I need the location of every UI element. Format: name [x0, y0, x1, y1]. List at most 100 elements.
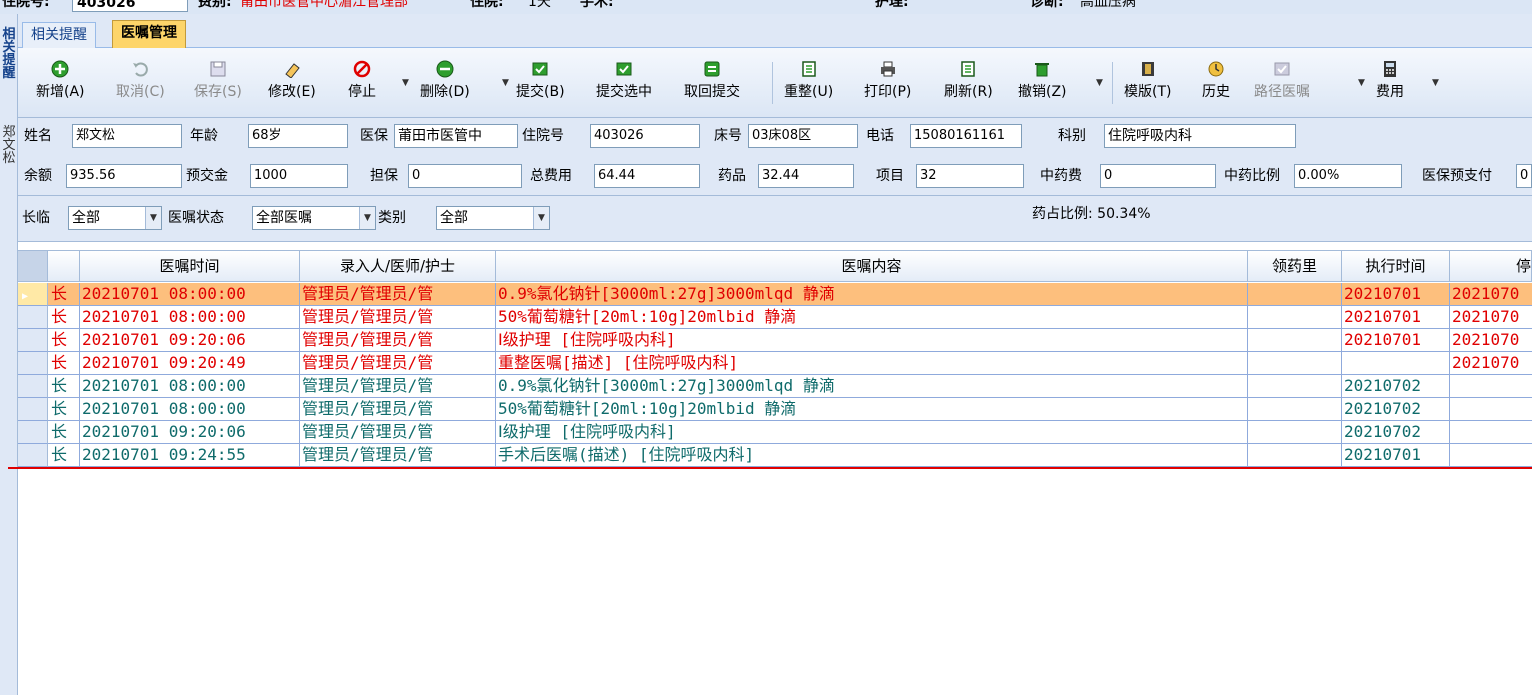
- tab-orders[interactable]: 医嘱管理: [112, 20, 186, 48]
- cell-type: 长: [48, 375, 80, 398]
- cell-stop-time: [1450, 375, 1532, 398]
- print-button[interactable]: 打印(P): [864, 60, 911, 100]
- cell-entry-staff: 管理员/管理员/管: [300, 352, 496, 375]
- header-order-content[interactable]: 医嘱内容: [496, 251, 1248, 281]
- history-button[interactable]: 历史: [1202, 60, 1230, 100]
- cell-dispense-qty: [1248, 352, 1342, 375]
- age-field[interactable]: 68岁: [248, 124, 348, 148]
- drug-ratio-text: 药占比例: 50.34%: [1032, 206, 1151, 222]
- cancel-button[interactable]: 取消(C): [116, 60, 165, 100]
- cell-exec-time: 20210701: [1342, 283, 1450, 306]
- total-fee-field[interactable]: 64.44: [594, 164, 700, 188]
- edit-button[interactable]: 修改(E): [268, 60, 316, 100]
- chevron-down-icon[interactable]: ▼: [359, 207, 375, 229]
- total-fee-label: 总费用: [530, 168, 572, 184]
- table-row[interactable]: 长 20210701 09:20:49 管理员/管理员/管 重整医嘱[描述] […: [18, 352, 1532, 375]
- reorganize-button[interactable]: 重整(U): [784, 60, 833, 100]
- path-orders-dropdown-arrow[interactable]: ▼: [1358, 78, 1365, 88]
- phone-label: 电话: [866, 128, 894, 144]
- cell-exec-time: 20210702: [1342, 398, 1450, 421]
- insurance-prepay-field[interactable]: 0: [1516, 164, 1532, 188]
- row-indicator[interactable]: [18, 375, 48, 398]
- header-stop-time[interactable]: 停: [1450, 251, 1532, 281]
- cell-entry-staff: 管理员/管理员/管: [300, 306, 496, 329]
- dept-field[interactable]: 住院呼吸内科: [1104, 124, 1296, 148]
- category-filter-select[interactable]: 全部 ▼: [436, 206, 550, 230]
- cell-order-content: 50%葡萄糖针[20ml:10g]20mlbid 静滴: [496, 306, 1248, 329]
- header-order-time[interactable]: 医嘱时间: [80, 251, 300, 281]
- row-indicator[interactable]: [18, 444, 48, 467]
- row-indicator[interactable]: [18, 352, 48, 375]
- inpatient-days-label: 住院:: [470, 0, 504, 10]
- submit-button[interactable]: 提交(B): [516, 60, 565, 100]
- template-button[interactable]: 模版(T): [1124, 60, 1171, 100]
- header-dispense-qty[interactable]: 领药里: [1248, 251, 1342, 281]
- table-row[interactable]: 长 20210701 09:20:06 管理员/管理员/管 Ⅰ级护理 [住院呼吸…: [18, 421, 1532, 444]
- fees-button[interactable]: 费用: [1376, 60, 1404, 100]
- header-entry-staff[interactable]: 录入人/医师/护士: [300, 251, 496, 281]
- drug-field[interactable]: 32.44: [758, 164, 854, 188]
- table-row[interactable]: ▶ 长 20210701 08:00:00 管理员/管理员/管 0.9%氯化钠针…: [18, 283, 1532, 306]
- tcm-fee-field[interactable]: 0: [1100, 164, 1216, 188]
- history-icon: [1207, 60, 1225, 78]
- row-indicator[interactable]: [18, 329, 48, 352]
- inpatient-no-label: 住院号:: [2, 0, 50, 10]
- template-icon: [1139, 60, 1157, 78]
- cell-order-time: 20210701 09:20:06: [80, 329, 300, 352]
- add-button[interactable]: 新增(A): [36, 60, 85, 100]
- row-indicator[interactable]: [18, 306, 48, 329]
- fees-dropdown-arrow[interactable]: ▼: [1432, 78, 1439, 88]
- tcm-ratio-field[interactable]: 0.00%: [1294, 164, 1402, 188]
- item-field[interactable]: 32: [916, 164, 1024, 188]
- term-filter-select[interactable]: 全部 ▼: [68, 206, 162, 230]
- stop-dropdown-arrow[interactable]: ▼: [402, 78, 409, 88]
- status-filter-select[interactable]: 全部医嘱 ▼: [252, 206, 376, 230]
- patient-info-form: 姓名 郑文松 年龄 68岁 医保 莆田市医管中 住院号 403026 床号 03…: [18, 118, 1532, 196]
- delete-button[interactable]: 删除(D): [420, 60, 470, 100]
- undo-icon: [131, 60, 149, 78]
- path-orders-button[interactable]: 路径医嘱: [1254, 60, 1310, 100]
- tcm-fee-label: 中药费: [1040, 168, 1082, 184]
- delete-icon: [436, 60, 454, 78]
- side-tab-reminders[interactable]: 相关提醒: [2, 28, 16, 80]
- name-field[interactable]: 郑文松: [72, 124, 182, 148]
- bed-label: 床号: [714, 128, 742, 144]
- stop-button[interactable]: 停止: [348, 60, 376, 100]
- cell-type: 长: [48, 444, 80, 467]
- cell-entry-staff: 管理员/管理员/管: [300, 329, 496, 352]
- cell-entry-staff: 管理员/管理员/管: [300, 444, 496, 467]
- table-row[interactable]: 长 20210701 09:24:55 管理员/管理员/管 手术后医嘱(描述) …: [18, 444, 1532, 467]
- phone-field[interactable]: 15080161161: [910, 124, 1022, 148]
- row-indicator[interactable]: [18, 398, 48, 421]
- insurance-field[interactable]: 莆田市医管中: [394, 124, 518, 148]
- cell-exec-time: 20210701: [1342, 306, 1450, 329]
- table-row[interactable]: 长 20210701 09:20:06 管理员/管理员/管 Ⅰ级护理 [住院呼吸…: [18, 329, 1532, 352]
- inpatient-no-field[interactable]: 403026: [72, 0, 188, 12]
- delete-dropdown-arrow[interactable]: ▼: [502, 78, 509, 88]
- guarantee-field[interactable]: 0: [408, 164, 522, 188]
- table-row[interactable]: 长 20210701 08:00:00 管理员/管理员/管 50%葡萄糖针[20…: [18, 306, 1532, 329]
- balance-field[interactable]: 935.56: [66, 164, 182, 188]
- side-patient-name[interactable]: 郑文松: [2, 126, 16, 165]
- bed-field[interactable]: 03床08区: [748, 124, 858, 148]
- retrieve-submit-button[interactable]: 取回提交: [684, 60, 740, 100]
- row-indicator[interactable]: [18, 421, 48, 444]
- chevron-down-icon[interactable]: ▼: [533, 207, 549, 229]
- cell-dispense-qty: [1248, 329, 1342, 352]
- deposit-field[interactable]: 1000: [250, 164, 348, 188]
- save-button[interactable]: 保存(S): [194, 60, 242, 100]
- category-filter-label: 类别: [378, 210, 406, 226]
- table-row[interactable]: 长 20210701 08:00:00 管理员/管理员/管 0.9%氯化钠针[3…: [18, 375, 1532, 398]
- inpatient-no-info-field[interactable]: 403026: [590, 124, 700, 148]
- row-indicator[interactable]: ▶: [18, 283, 48, 306]
- revoke-dropdown-arrow[interactable]: ▼: [1096, 78, 1103, 88]
- cell-type: 长: [48, 306, 80, 329]
- header-exec-time[interactable]: 执行时间: [1342, 251, 1450, 281]
- revoke-button[interactable]: 撤销(Z): [1018, 60, 1067, 100]
- refresh-button[interactable]: 刷新(R): [944, 60, 993, 100]
- tab-reminders[interactable]: 相关提醒: [22, 22, 96, 48]
- table-row[interactable]: 长 20210701 08:00:00 管理员/管理员/管 50%葡萄糖针[20…: [18, 398, 1532, 421]
- submit-selected-button[interactable]: 提交选中: [596, 60, 652, 100]
- chevron-down-icon[interactable]: ▼: [145, 207, 161, 229]
- cell-dispense-qty: [1248, 444, 1342, 467]
